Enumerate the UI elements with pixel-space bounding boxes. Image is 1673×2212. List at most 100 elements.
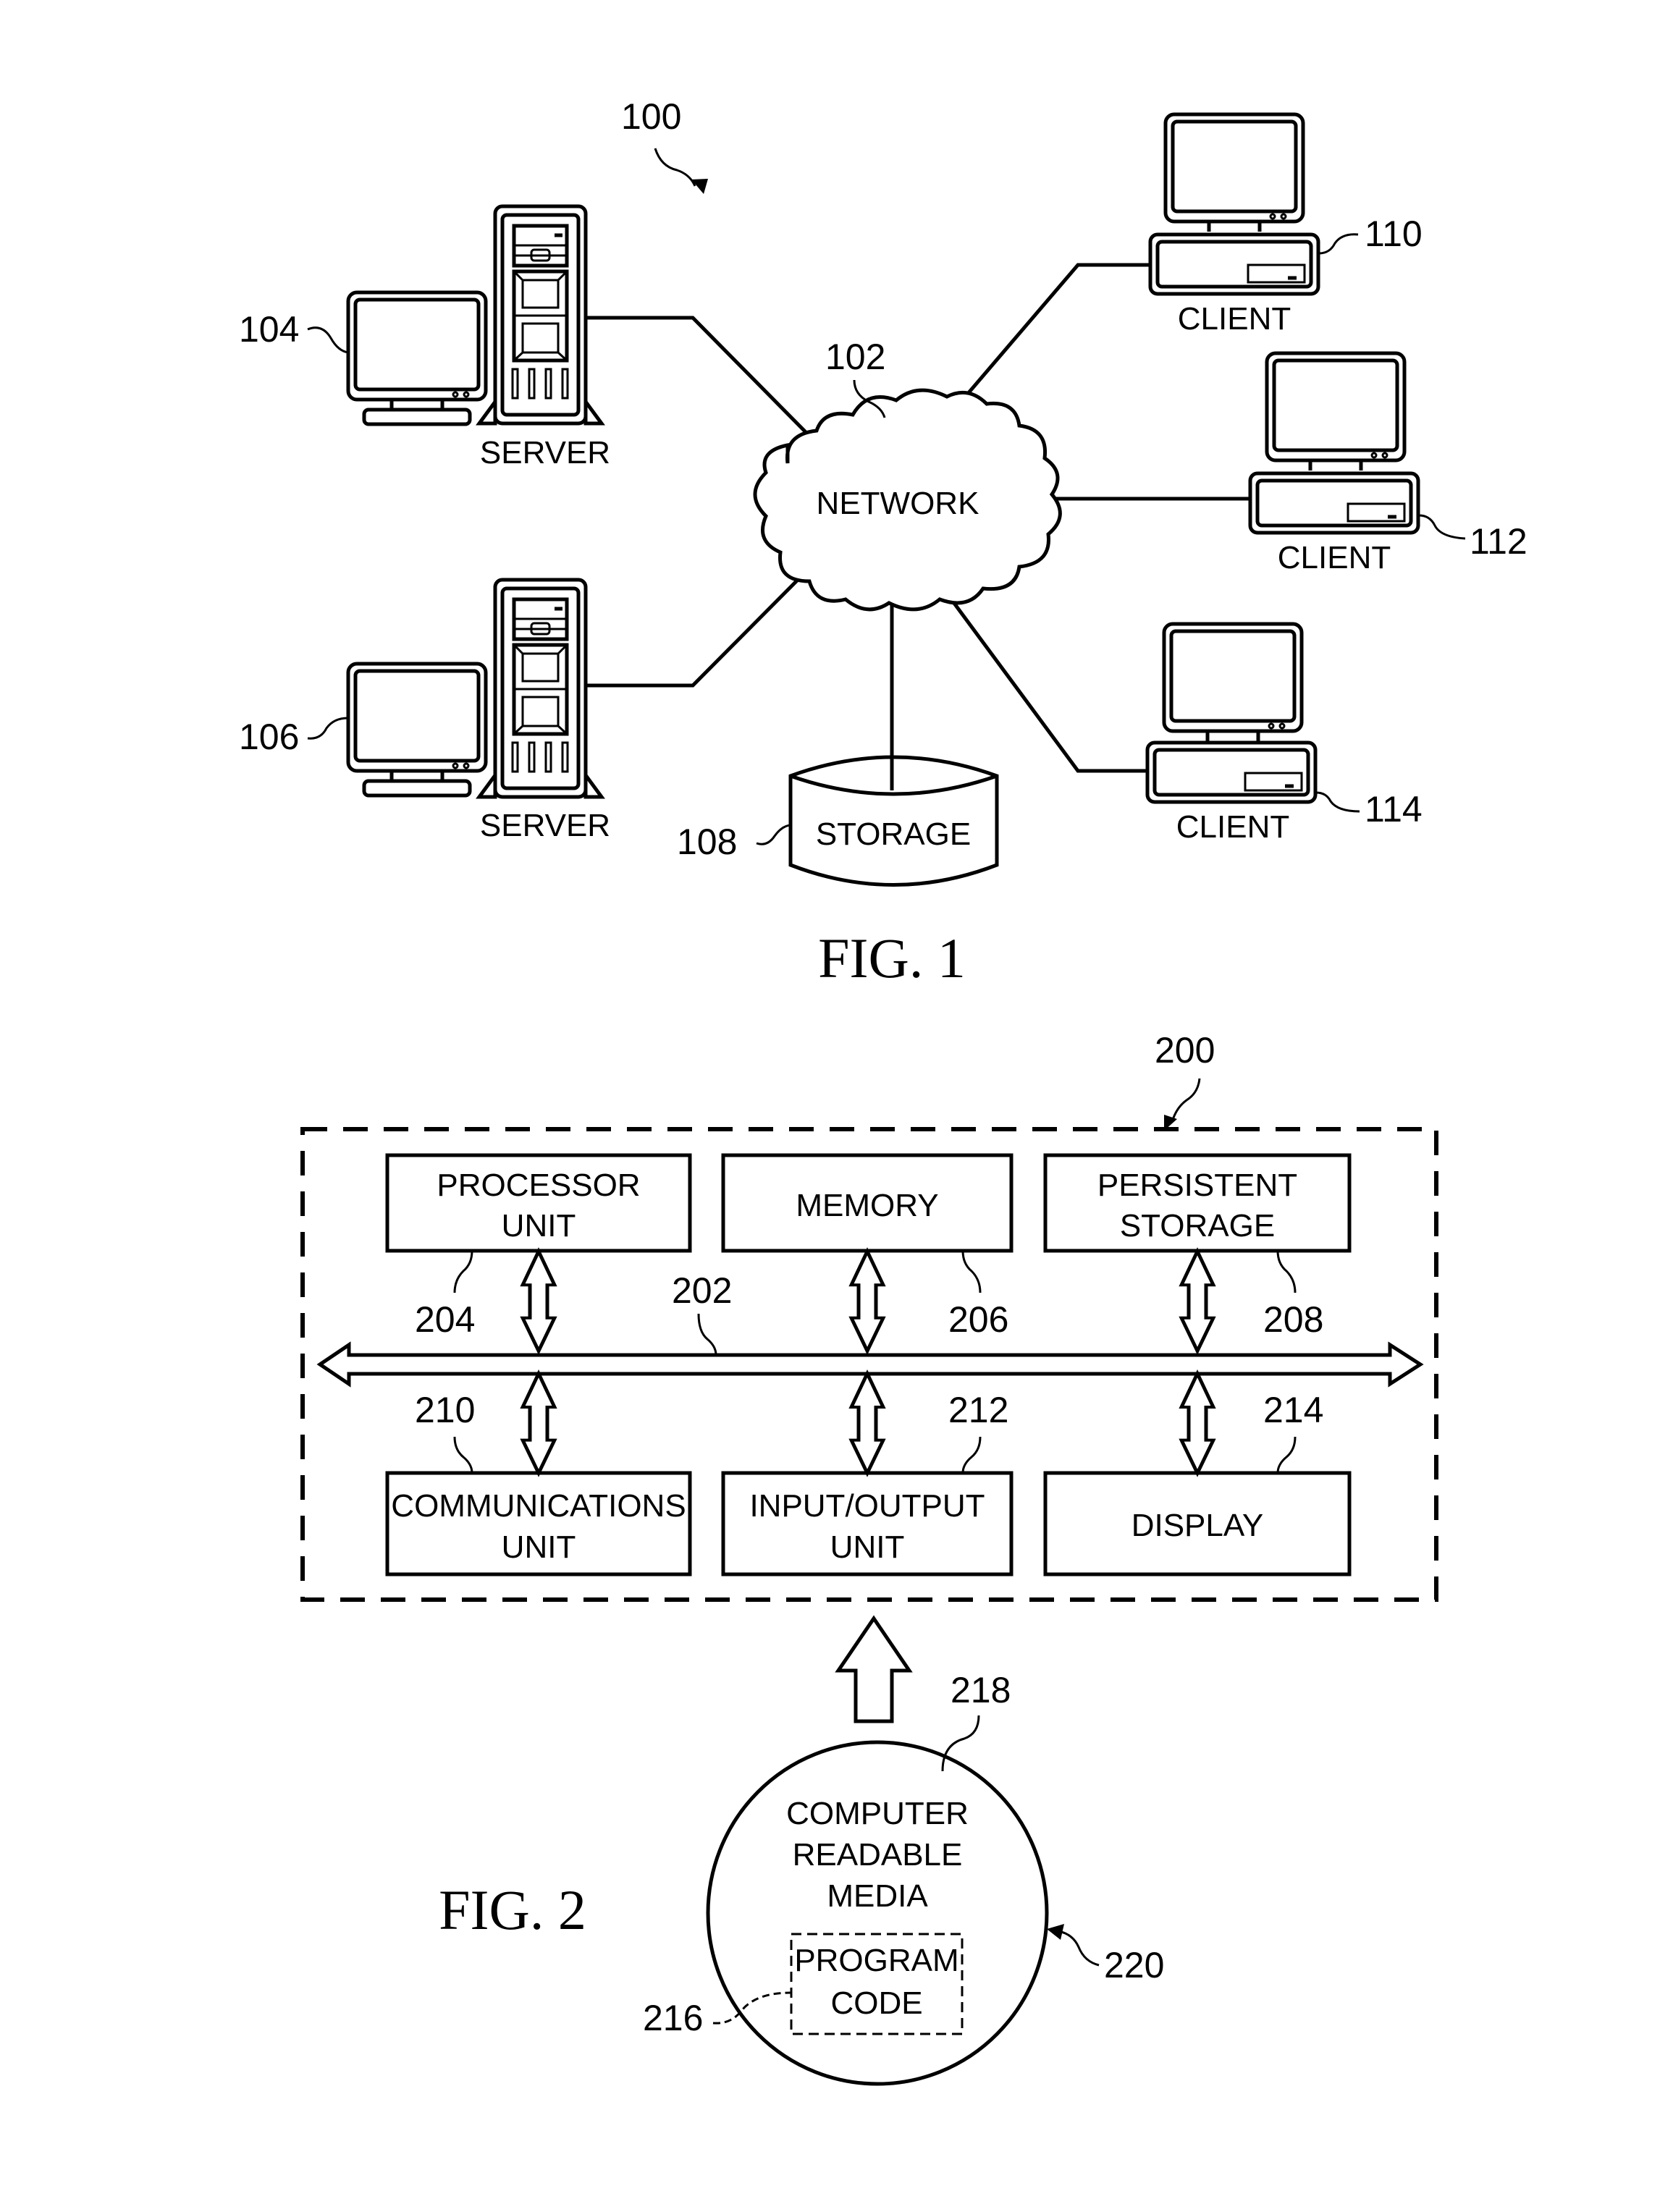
monitor-icon bbox=[348, 664, 486, 781]
ref-200-leader bbox=[1171, 1078, 1201, 1123]
ref-108-leader bbox=[756, 824, 791, 845]
client-114: CLIENT 114 bbox=[1147, 624, 1423, 845]
block-line1: COMMUNICATIONS bbox=[391, 1488, 686, 1524]
input-output-unit-block: INPUT/OUTPUT UNIT 212 bbox=[721, 1374, 1014, 1576]
program-line1: PROGRAM bbox=[794, 1943, 958, 1978]
client-112: CLIENT 112 bbox=[1250, 353, 1527, 575]
display-block: DISPLAY 214 bbox=[1043, 1374, 1352, 1576]
monitor-icon bbox=[348, 292, 486, 410]
figure-2-caption: FIG. 2 bbox=[439, 1878, 586, 1941]
ref-206: 206 bbox=[948, 1299, 1008, 1340]
media-line2: READABLE bbox=[793, 1837, 963, 1873]
monitor-icon bbox=[1267, 353, 1404, 470]
monitor-icon bbox=[1164, 624, 1302, 741]
ref-220-leader bbox=[1058, 1930, 1100, 1967]
monitor-base-icon bbox=[364, 781, 470, 795]
ref-212: 212 bbox=[948, 1390, 1008, 1430]
bidirectional-arrow-icon bbox=[1181, 1374, 1213, 1474]
network-label: NETWORK bbox=[817, 486, 979, 521]
ref-212-leader bbox=[961, 1436, 982, 1474]
client-110-label: CLIENT bbox=[1178, 301, 1291, 337]
storage-label: STORAGE bbox=[816, 816, 971, 852]
ref-110-leader bbox=[1318, 233, 1359, 255]
monitor-icon bbox=[1166, 114, 1303, 232]
load-arrow-icon bbox=[835, 1615, 913, 1723]
bidirectional-arrow-icon bbox=[523, 1374, 555, 1474]
block-line2: UNIT bbox=[830, 1529, 905, 1565]
ref-100-leader bbox=[654, 148, 696, 187]
server-104-group: SERVER 104 bbox=[239, 206, 610, 470]
storage-108: STORAGE 108 bbox=[677, 755, 999, 887]
block-line2: UNIT bbox=[502, 1208, 576, 1244]
block-line1: PROCESSOR bbox=[437, 1168, 640, 1203]
bidirectional-arrow-icon bbox=[851, 1374, 883, 1474]
block-line1: MEMORY bbox=[796, 1188, 938, 1223]
ref-100: 100 bbox=[621, 96, 681, 137]
ref-200: 200 bbox=[1155, 1030, 1215, 1071]
link-client-114 bbox=[939, 584, 1147, 773]
bidirectional-arrow-icon bbox=[523, 1251, 555, 1351]
figure-1: 100 SERVER 104 SERVER 106 NETWORK 102 ST… bbox=[239, 96, 1527, 989]
bidirectional-arrow-icon bbox=[851, 1251, 883, 1351]
patent-drawing: 100 SERVER 104 SERVER 106 NETWORK 102 ST… bbox=[239, 96, 1527, 2086]
block-line1: INPUT/OUTPUT bbox=[749, 1488, 985, 1524]
ref-108: 108 bbox=[677, 822, 737, 862]
processor-unit-block: PROCESSOR UNIT 204 bbox=[385, 1153, 692, 1351]
ref-220: 220 bbox=[1104, 1945, 1164, 1985]
ref-202-leader bbox=[697, 1313, 717, 1356]
ref-106: 106 bbox=[239, 717, 299, 757]
server-tower-icon bbox=[479, 580, 602, 797]
monitor-base-icon bbox=[364, 410, 470, 424]
bidirectional-arrow-icon bbox=[1181, 1251, 1213, 1351]
computer-readable-media: COMPUTER READABLE MEDIA PROGRAM CODE 218… bbox=[643, 1670, 1164, 2086]
block-line1: PERSISTENT bbox=[1097, 1168, 1297, 1203]
server-106-label: SERVER bbox=[480, 808, 610, 843]
program-line2: CODE bbox=[830, 1985, 922, 2021]
ref-216: 216 bbox=[643, 1998, 703, 2038]
media-line1: COMPUTER bbox=[786, 1796, 969, 1831]
ref-204-leader bbox=[453, 1250, 473, 1293]
ref-218: 218 bbox=[951, 1670, 1011, 1710]
figure-1-caption: FIG. 1 bbox=[818, 926, 966, 989]
ref-104-leader bbox=[307, 326, 349, 354]
ref-208: 208 bbox=[1263, 1299, 1323, 1340]
persistent-storage-block: PERSISTENT STORAGE 208 bbox=[1043, 1153, 1352, 1351]
ref-112: 112 bbox=[1470, 521, 1527, 562]
server-tower-icon bbox=[479, 206, 602, 423]
ref-114-leader bbox=[1315, 791, 1360, 813]
desktop-unit-icon bbox=[1147, 743, 1315, 802]
ref-214-leader bbox=[1276, 1436, 1297, 1474]
figure-2: 200 202 PROCESSOR UNIT 204 MEMORY 206 PE… bbox=[300, 1030, 1438, 2086]
server-106-group: SERVER 106 bbox=[239, 580, 610, 843]
ref-210: 210 bbox=[415, 1390, 475, 1430]
ref-106-leader bbox=[307, 717, 349, 740]
memory-block: MEMORY 206 bbox=[721, 1153, 1014, 1351]
ref-104: 104 bbox=[239, 309, 299, 350]
ref-220-arrowhead-icon bbox=[1047, 1924, 1064, 1940]
link-server-106 bbox=[586, 570, 807, 688]
link-server-104 bbox=[586, 316, 807, 434]
ref-214: 214 bbox=[1263, 1390, 1323, 1430]
ref-114: 114 bbox=[1365, 789, 1423, 830]
ref-204: 204 bbox=[415, 1299, 475, 1340]
client-114-label: CLIENT bbox=[1176, 809, 1289, 845]
block-line1: DISPLAY bbox=[1132, 1508, 1264, 1543]
ref-110: 110 bbox=[1365, 214, 1423, 254]
ref-112-leader bbox=[1418, 514, 1466, 540]
communications-unit-block: COMMUNICATIONS UNIT 210 bbox=[385, 1374, 692, 1576]
ref-100-arrowhead-icon bbox=[691, 179, 708, 194]
ref-202: 202 bbox=[672, 1270, 732, 1311]
client-110: CLIENT 110 bbox=[1150, 114, 1423, 337]
ref-102: 102 bbox=[825, 337, 885, 377]
block-line2: UNIT bbox=[502, 1529, 576, 1565]
desktop-unit-icon bbox=[1250, 473, 1418, 533]
desktop-unit-icon bbox=[1150, 235, 1318, 294]
server-104-label: SERVER bbox=[480, 435, 610, 470]
ref-210-leader bbox=[453, 1436, 473, 1474]
media-line3: MEDIA bbox=[827, 1878, 928, 1914]
ref-208-leader bbox=[1276, 1250, 1297, 1293]
network-cloud: NETWORK 102 bbox=[753, 337, 1062, 612]
ref-206-leader bbox=[961, 1250, 982, 1293]
client-112-label: CLIENT bbox=[1278, 540, 1391, 575]
block-line2: STORAGE bbox=[1120, 1208, 1275, 1244]
